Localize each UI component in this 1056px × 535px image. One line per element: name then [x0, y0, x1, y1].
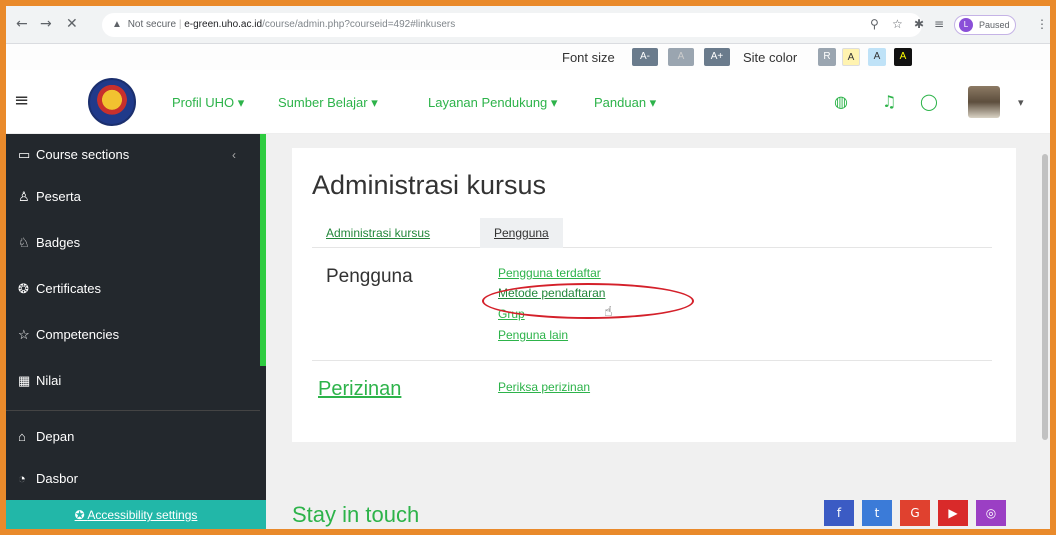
link-periksa-perizinan[interactable]: Periksa perizinan — [498, 380, 590, 394]
sidebar-item-competencies[interactable]: ☆ Competencies — [6, 314, 260, 356]
instagram-icon[interactable]: ◎ — [976, 500, 1006, 526]
sidebar-item-label: Course sections — [36, 147, 130, 162]
section-title-pengguna: Pengguna — [326, 266, 413, 287]
media-icon[interactable]: ≡ — [934, 17, 944, 31]
font-increase-button[interactable]: A+ — [704, 48, 730, 66]
university-logo[interactable] — [88, 78, 136, 126]
screen-frame: ← → ✕ ▲ Not secure | e-green.uho.ac.id/c… — [6, 6, 1050, 529]
sidebar-item-course-sections[interactable]: ▭ Course sections ‹ — [6, 134, 260, 176]
language-globe-icon[interactable]: ◍ — [834, 92, 848, 111]
notification-bell-icon[interactable]: ♫ — [882, 92, 896, 111]
menu-panduan[interactable]: Panduan ▾ — [594, 95, 656, 111]
chevron-left-icon[interactable]: ‹ — [232, 134, 236, 176]
course-sidebar: ▭ Course sections ‹ ♙ Peserta ♘ Badges ❂ Cer… — [6, 134, 266, 529]
extensions-icon[interactable]: ✱ — [914, 17, 924, 31]
sidebar-item-depan[interactable]: ⌂ Depan — [6, 416, 260, 458]
zoom-icon[interactable]: ⚲ — [870, 17, 879, 31]
sidebar-item-nilai[interactable]: ▦ Nilai — [6, 360, 260, 402]
sidebar-divider — [6, 410, 260, 411]
sidebar-item-certificates[interactable]: ❂ Certificates — [6, 268, 260, 310]
page-title: Administrasi kursus — [312, 170, 547, 200]
admin-tabs: Administrasi kursus Pengguna — [312, 218, 992, 248]
sidebar-item-label: Certificates — [36, 281, 102, 296]
sidebar-item-label: Peserta — [36, 189, 81, 204]
star-icon: ☆ — [18, 327, 30, 342]
font-reset-button[interactable]: A — [668, 48, 694, 66]
forward-icon[interactable]: → — [40, 16, 52, 32]
highlight-annotation-oval — [482, 283, 694, 319]
stop-icon[interactable]: ✕ — [66, 16, 78, 32]
accessibility-settings-label: Accessibility settings — [87, 508, 198, 522]
link-penguna-lain[interactable]: Penguna lain — [498, 328, 568, 342]
sidebar-item-label: Badges — [36, 235, 81, 250]
font-size-label: Font size — [562, 50, 615, 65]
accessibility-settings-button[interactable]: ✪ Accessibility settings — [6, 500, 266, 529]
sidebar-item-label: Competencies — [36, 327, 120, 342]
browser-toolbar: ← → ✕ ▲ Not secure | e-green.uho.ac.id/c… — [6, 6, 1050, 44]
bookmark-star-icon[interactable]: ☆ — [892, 17, 903, 31]
accessibility-bar: Font size A- A A+ Site color R A A A — [6, 44, 1050, 70]
hamburger-menu-icon[interactable]: ≡ — [14, 90, 29, 111]
youtube-icon[interactable]: ▶ — [938, 500, 968, 526]
site-navbar: ≡ Profil UHO ▾ Sumber Belajar ▾ Layanan … — [6, 70, 1050, 134]
sidebar-item-label: Dasbor — [36, 471, 78, 486]
home-icon: ⌂ — [18, 429, 26, 444]
hand-cursor-icon: ☝ — [604, 304, 613, 320]
badge-icon: ♘ — [18, 235, 30, 250]
sidebar-item-badges[interactable]: ♘ Badges — [6, 222, 260, 264]
security-label: Not secure — [127, 19, 177, 30]
certificate-icon: ❂ — [18, 281, 29, 296]
menu-profil-uho[interactable]: Profil UHO ▾ — [172, 95, 244, 111]
sidebar-item-label: Nilai — [36, 373, 62, 388]
sidebar-item-peserta[interactable]: ♙ Peserta — [6, 176, 260, 218]
color-blue-button[interactable]: A — [868, 48, 886, 66]
admin-card: Administrasi kursus Administrasi kursus … — [292, 148, 1016, 442]
more-menu-icon[interactable]: ⋮ — [1036, 17, 1048, 31]
profile-icon: L — [959, 18, 973, 32]
profile-status: Paused — [979, 20, 1010, 30]
stay-in-touch-heading: Stay in touch — [292, 502, 420, 527]
site-color-label: Site color — [743, 50, 798, 65]
color-dark-button[interactable]: A — [894, 48, 912, 66]
scrollbar-thumb[interactable] — [1042, 154, 1048, 440]
people-icon: ♙ — [18, 189, 30, 204]
warning-icon: ▲ — [112, 19, 122, 30]
folder-icon: ▭ — [18, 147, 31, 162]
sidebar-item-dasbor[interactable]: ◔ Dasbor — [6, 458, 260, 500]
back-icon[interactable]: ← — [16, 16, 28, 32]
tab-administrasi-kursus[interactable]: Administrasi kursus — [312, 218, 444, 248]
section-title-perizinan[interactable]: Perizinan — [318, 378, 401, 401]
menu-sumber-belajar[interactable]: Sumber Belajar ▾ — [278, 95, 378, 111]
user-avatar[interactable] — [968, 86, 1000, 118]
sidebar-item-label: Depan — [36, 429, 75, 444]
facebook-icon[interactable]: f — [824, 500, 854, 526]
address-bar[interactable]: ▲ Not secure | e-green.uho.ac.id/course/… — [102, 13, 922, 37]
profile-paused-button[interactable]: L Paused — [954, 15, 1016, 35]
grades-icon: ▦ — [18, 373, 31, 388]
messages-chat-icon[interactable]: ◯ — [920, 92, 938, 111]
menu-layanan-pendukung[interactable]: Layanan Pendukung ▾ — [428, 95, 557, 111]
main-content: Administrasi kursus Administrasi kursus … — [266, 134, 1050, 529]
link-pengguna-terdaftar[interactable]: Pengguna terdaftar — [498, 266, 601, 280]
font-decrease-button[interactable]: A- — [632, 48, 658, 66]
section-divider — [312, 360, 992, 361]
url-path: /course/admin.php?courseid=492#linkusers — [262, 19, 456, 30]
dashboard-icon: ◔ — [18, 471, 26, 486]
user-menu-caret-icon[interactable]: ▾ — [1018, 96, 1024, 109]
color-reset-button[interactable]: R — [818, 48, 836, 66]
url-host: e-green.uho.ac.id — [184, 19, 263, 30]
google-icon[interactable]: G — [900, 500, 930, 526]
accessibility-icon: ✪ — [74, 508, 88, 522]
tab-pengguna[interactable]: Pengguna — [480, 218, 563, 248]
twitter-icon[interactable]: t — [862, 500, 892, 526]
color-yellow-button[interactable]: A — [842, 48, 860, 66]
